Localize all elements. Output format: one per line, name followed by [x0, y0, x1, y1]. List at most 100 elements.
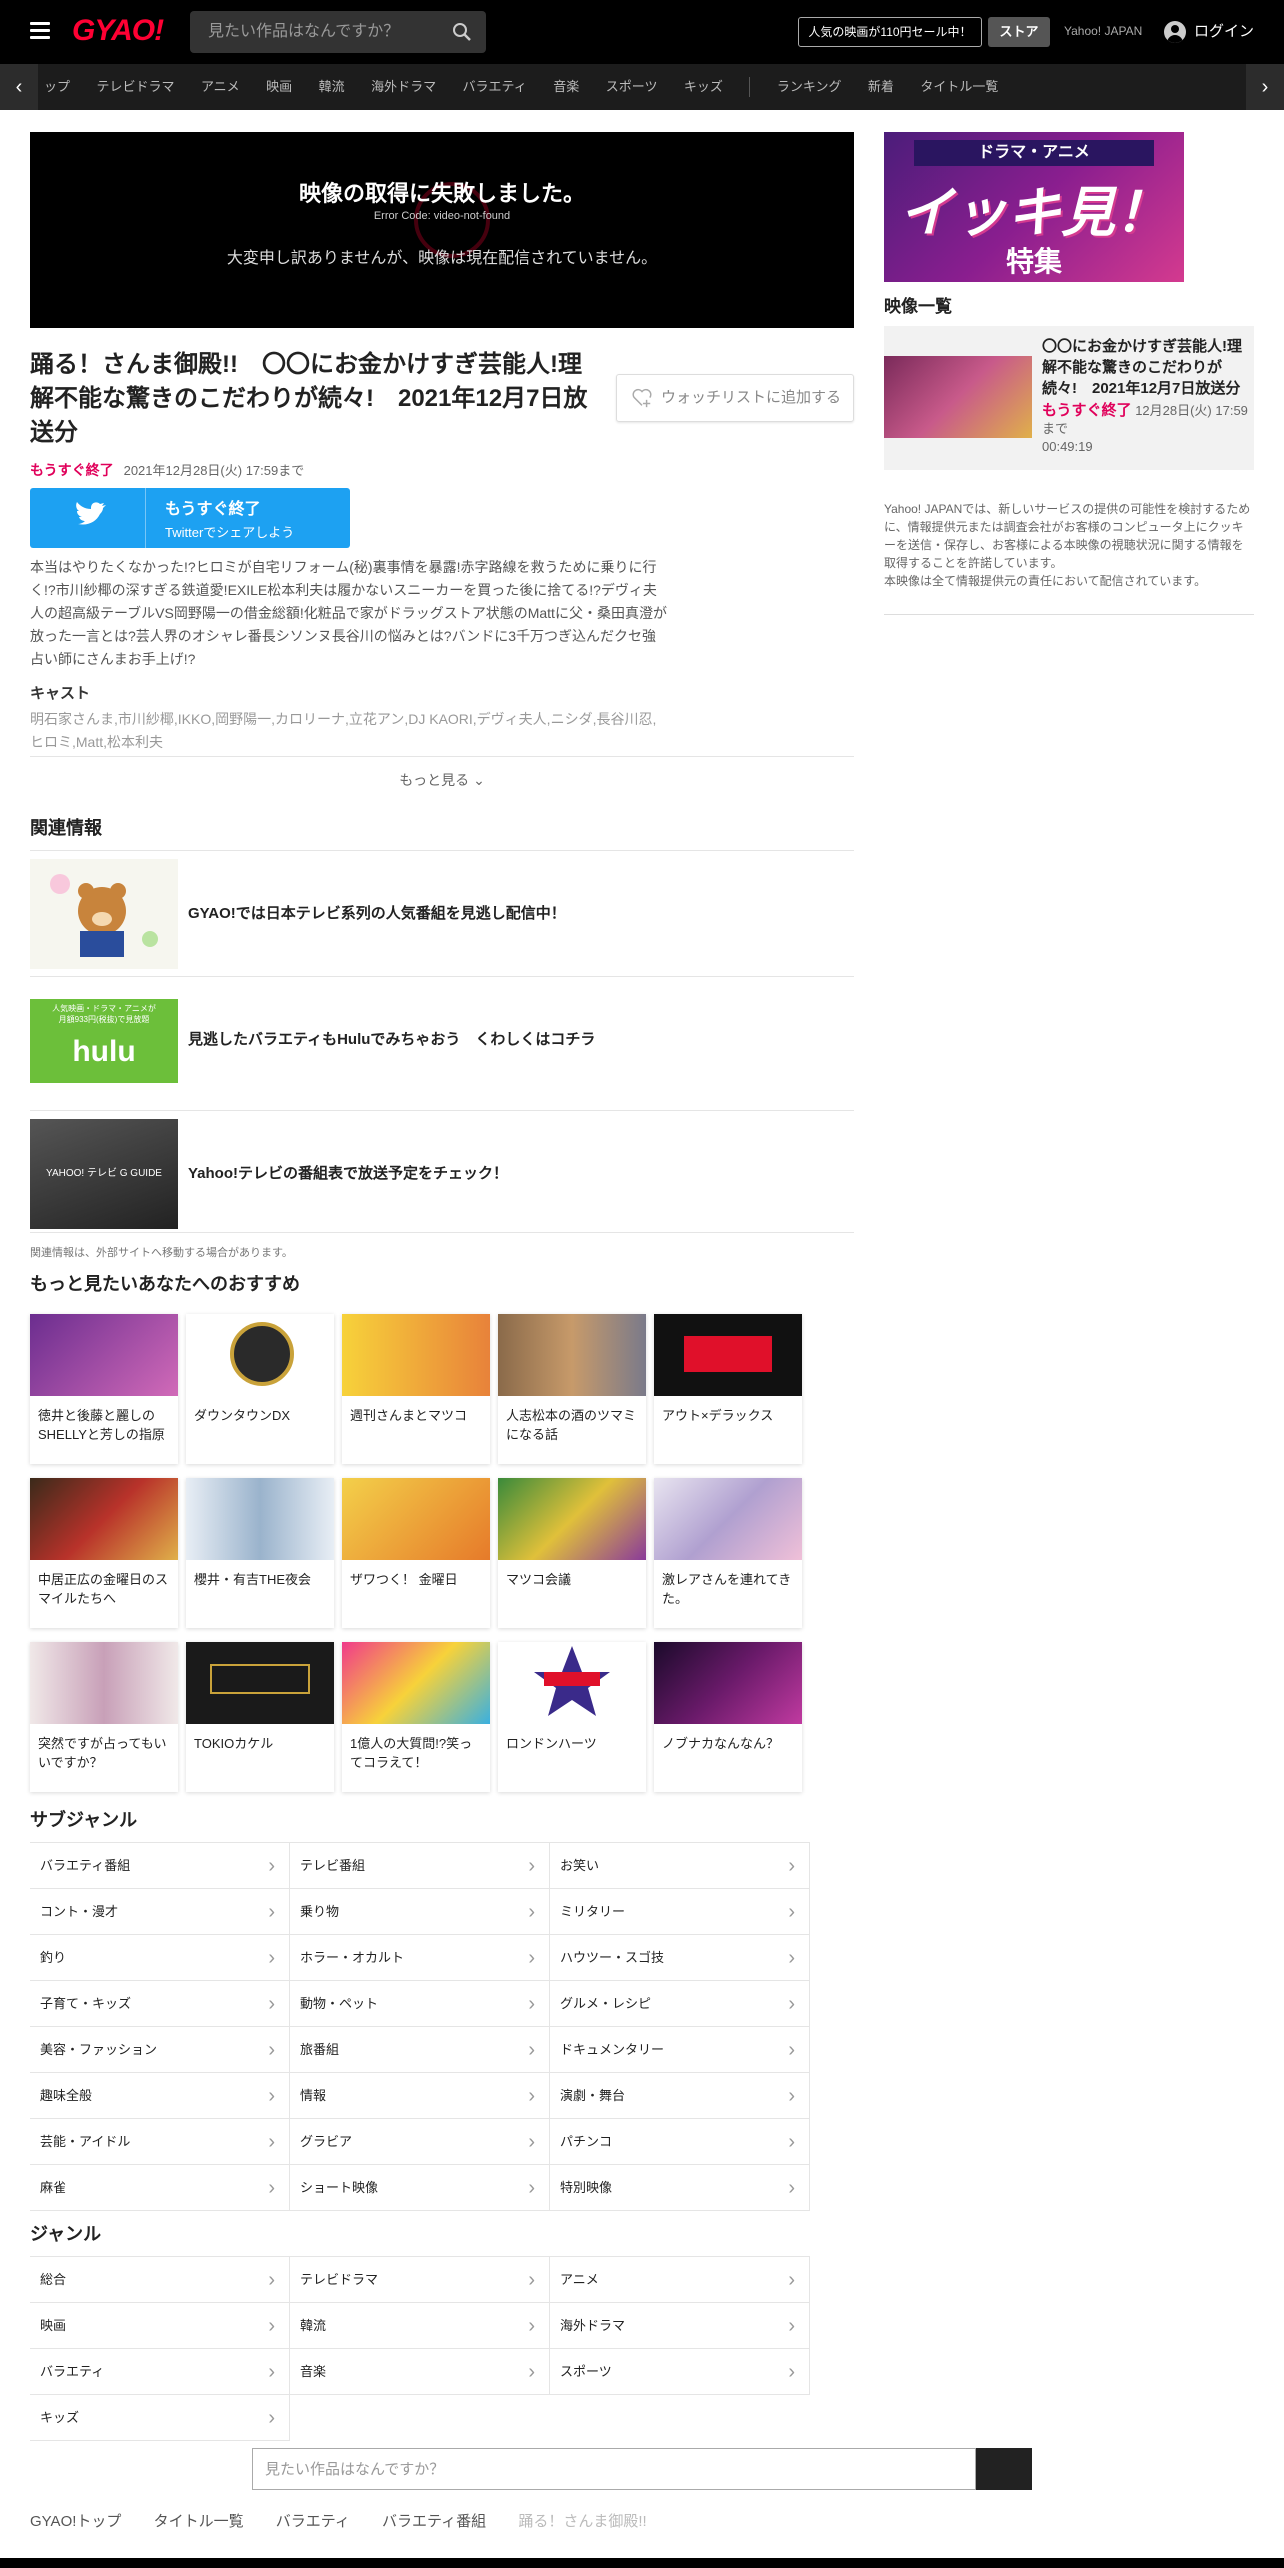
- recommend-card[interactable]: アウト×デラックス: [654, 1314, 802, 1464]
- subgenre-item[interactable]: グラビア: [290, 2119, 550, 2165]
- recommend-card[interactable]: ダウンタウンDX: [186, 1314, 334, 1464]
- recommend-card[interactable]: 人志松本の酒のツマミになる話: [498, 1314, 646, 1464]
- related-text: 見逃したバラエティもHuluでみちゃおう くわしくはコチラ: [188, 1030, 596, 1048]
- video-player[interactable]: 映像の取得に失敗しました。 Error Code: video-not-foun…: [30, 132, 854, 328]
- nav-item-variety[interactable]: バラエティ: [463, 64, 527, 110]
- nav-item-ranking[interactable]: ランキング: [777, 64, 842, 110]
- bottom-search-button[interactable]: [976, 2448, 1032, 2490]
- recommend-card[interactable]: 櫻井・有吉THE夜会: [186, 1478, 334, 1628]
- subgenre-item[interactable]: テレビ番組: [290, 1843, 550, 1889]
- search-box: [190, 11, 486, 53]
- nav-item-sports[interactable]: スポーツ: [606, 64, 658, 110]
- recommend-card[interactable]: 中居正広の金曜日のスマイルたちへ: [30, 1478, 178, 1628]
- subgenre-item[interactable]: ミリタリー: [550, 1889, 810, 1935]
- twitter-share-button[interactable]: もうすぐ終了 Twitterでシェアしよう: [30, 488, 350, 548]
- genre-item[interactable]: バラエティ: [30, 2349, 290, 2395]
- recommend-card[interactable]: ノブナカなんなん？: [654, 1642, 802, 1792]
- subgenre-item[interactable]: バラエティ番組: [30, 1843, 290, 1889]
- recommend-thumb: [498, 1314, 646, 1396]
- subgenre-item[interactable]: グルメ・レシピ: [550, 1981, 810, 2027]
- genre-item[interactable]: アニメ: [550, 2257, 810, 2303]
- breadcrumb-item[interactable]: バラエティ: [276, 2513, 350, 2530]
- subgenre-item[interactable]: 情報: [290, 2073, 550, 2119]
- store-button[interactable]: ストア: [988, 17, 1050, 47]
- related-item[interactable]: YAHOO! テレビ G GUIDE Yahoo!テレビの番組表で放送予定をチェ…: [30, 1110, 854, 1232]
- subgenre-item[interactable]: 芸能・アイドル: [30, 2119, 290, 2165]
- genre-item[interactable]: キッズ: [30, 2395, 290, 2441]
- recommend-card[interactable]: 突然ですが占ってもいいですか？: [30, 1642, 178, 1792]
- subgenre-item[interactable]: 旅番組: [290, 2027, 550, 2073]
- twitter-share-title: もうすぐ終了: [165, 501, 261, 518]
- subgenre-item[interactable]: 特別映像: [550, 2165, 810, 2211]
- recommend-card[interactable]: ザワつく！ 金曜日: [342, 1478, 490, 1628]
- yahoo-japan-link[interactable]: Yahoo! JAPAN: [1064, 24, 1142, 38]
- promo-link[interactable]: 人気の映画が110円セール中！: [798, 17, 982, 47]
- search-input[interactable]: [190, 11, 440, 53]
- drama-anime-banner[interactable]: ドラマ・アニメ イッキ見！ 特集: [884, 132, 1184, 282]
- subgenre-item[interactable]: ショート映像: [290, 2165, 550, 2211]
- genre-item[interactable]: 音楽: [290, 2349, 550, 2395]
- subgenre-item[interactable]: 演劇・舞台: [550, 2073, 810, 2119]
- banner-main-label: イッキ見！: [899, 183, 1169, 243]
- recommend-card[interactable]: 1億人の大質問!?笑ってコラえて！: [342, 1642, 490, 1792]
- nav-item-anime[interactable]: アニメ: [201, 64, 240, 110]
- related-text: GYAO!では日本テレビ系列の人気番組を見逃し配信中！: [188, 904, 566, 922]
- bottom-search-input[interactable]: [252, 2448, 976, 2490]
- subgenre-item[interactable]: 乗り物: [290, 1889, 550, 1935]
- nav-item-overseas[interactable]: 海外ドラマ: [371, 64, 436, 110]
- cast-list: 明石家さんま,市川紗椰,IKKO,岡野陽一,カロリーナ,立花アン,DJ KAOR…: [30, 711, 657, 750]
- breadcrumb-item[interactable]: タイトル一覧: [154, 2513, 244, 2530]
- related-item[interactable]: GYAO!では日本テレビ系列の人気番組を見逃し配信中！: [30, 850, 854, 972]
- genre-item[interactable]: 海外ドラマ: [550, 2303, 810, 2349]
- genre-item[interactable]: スポーツ: [550, 2349, 810, 2395]
- genre-item[interactable]: 韓流: [290, 2303, 550, 2349]
- subgenre-item[interactable]: コント・漫才: [30, 1889, 290, 1935]
- recommend-card[interactable]: マツコ会議: [498, 1478, 646, 1628]
- recommend-card[interactable]: ロンドンハーツ: [498, 1642, 646, 1792]
- menu-icon[interactable]: [30, 22, 50, 40]
- nav-item-movie[interactable]: 映画: [266, 64, 292, 110]
- breadcrumb-item[interactable]: バラエティ番組: [382, 2513, 486, 2530]
- nav-divider: [749, 76, 751, 97]
- recommend-title: マツコ会議: [506, 1572, 572, 1587]
- login-button[interactable]: ログイン: [1164, 18, 1254, 46]
- subgenre-item[interactable]: 子育て・キッズ: [30, 1981, 290, 2027]
- recommend-thumb: [342, 1314, 490, 1396]
- nav-item-korean[interactable]: 韓流: [319, 64, 345, 110]
- genre-item[interactable]: 映画: [30, 2303, 290, 2349]
- subgenre-item[interactable]: ドキュメンタリー: [550, 2027, 810, 2073]
- nav-item-new[interactable]: 新着: [868, 64, 894, 110]
- subgenre-item[interactable]: ハウツー・スゴ技: [550, 1935, 810, 1981]
- subgenre-item[interactable]: 釣り: [30, 1935, 290, 1981]
- related-item[interactable]: 人気映画・ドラマ・アニメが 月額933円(税抜)で見放題 hulu 見逃したバラ…: [30, 976, 854, 1098]
- genre-item[interactable]: テレビドラマ: [290, 2257, 550, 2303]
- recommend-card[interactable]: 激レアさんを連れてきた。: [654, 1478, 802, 1628]
- breadcrumb-item[interactable]: GYAO!トップ: [30, 2513, 121, 2530]
- watchlist-button[interactable]: ウォッチリストに追加する: [616, 374, 854, 422]
- recommend-card[interactable]: TOKIOカケル: [186, 1642, 334, 1792]
- recommend-title: 中居正広の金曜日のスマイルたちへ: [38, 1572, 169, 1606]
- nav-item-kids[interactable]: キッズ: [684, 64, 723, 110]
- related-thumb-tv: YAHOO! テレビ G GUIDE: [30, 1119, 178, 1229]
- subgenre-item[interactable]: 美容・ファッション: [30, 2027, 290, 2073]
- genre-item[interactable]: 総合: [30, 2257, 290, 2303]
- search-icon[interactable]: [452, 22, 472, 42]
- subgenre-item[interactable]: パチンコ: [550, 2119, 810, 2165]
- subgenre-item[interactable]: 動物・ペット: [290, 1981, 550, 2027]
- more-button[interactable]: もっと見る ⌄: [30, 770, 854, 790]
- nav-item-titles[interactable]: タイトル一覧: [920, 64, 998, 110]
- video-list-item[interactable]: 〇〇にお金かけすぎ芸能人!理解不能な驚きのこだわりが続々! 2021年12月7日…: [884, 326, 1254, 470]
- subgenre-item[interactable]: 麻雀: [30, 2165, 290, 2211]
- nav-next-arrow-icon[interactable]: ›: [1246, 64, 1284, 110]
- subgenre-item[interactable]: お笑い: [550, 1843, 810, 1889]
- nav-prev-arrow-icon[interactable]: ‹: [0, 64, 38, 110]
- divider: [30, 1232, 854, 1233]
- recommend-card[interactable]: 徳井と後藤と麗しのSHELLYと芳しの指原: [30, 1314, 178, 1464]
- subgenre-item[interactable]: ホラー・オカルト: [290, 1935, 550, 1981]
- gyao-logo[interactable]: GYAO!: [72, 14, 164, 48]
- recommend-card[interactable]: 週刊さんまとマツコ: [342, 1314, 490, 1464]
- subgenre-item[interactable]: 趣味全般: [30, 2073, 290, 2119]
- nav-item-music[interactable]: 音楽: [553, 64, 579, 110]
- nav-item-drama[interactable]: テレビドラマ: [96, 64, 174, 110]
- nav-item-top[interactable]: ップ: [44, 64, 70, 110]
